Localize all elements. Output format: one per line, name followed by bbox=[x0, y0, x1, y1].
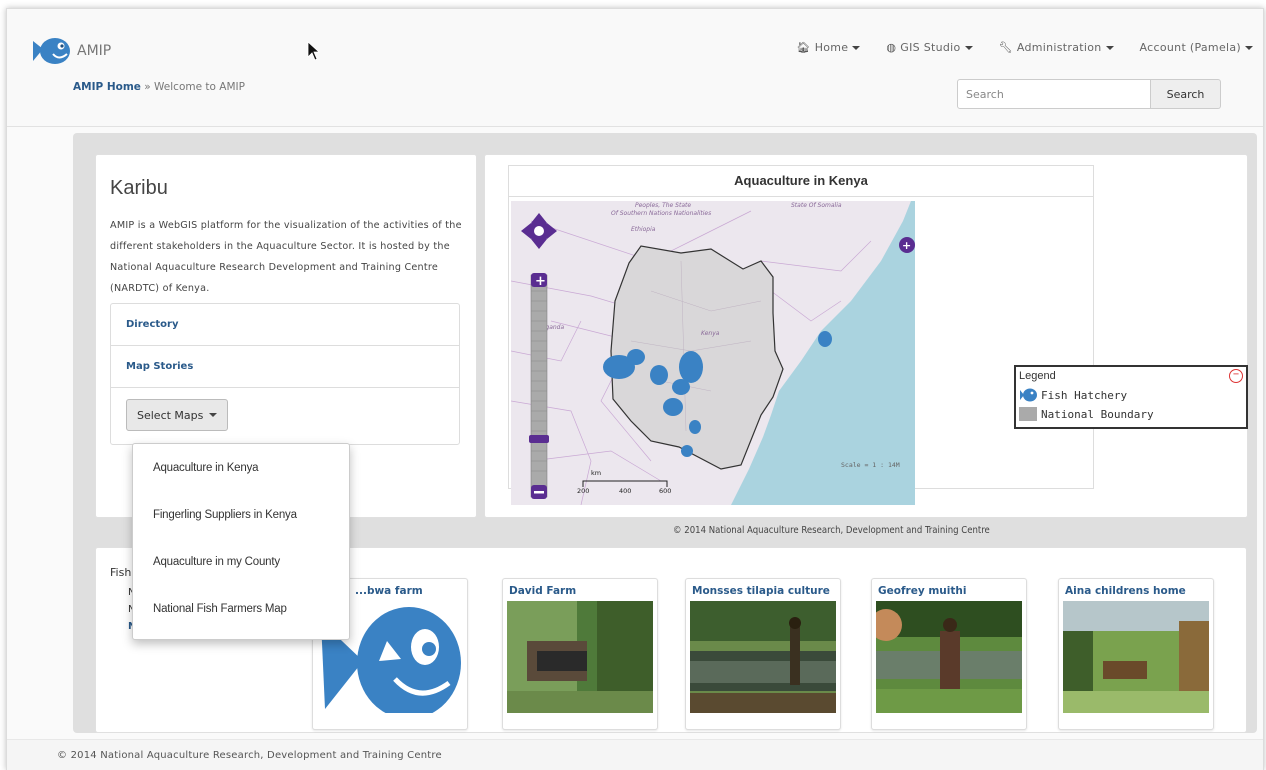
navbar: AMIP 🏠︎ Home ◍ GIS Studio 🔧︎ Administrat… bbox=[7, 9, 1263, 127]
nav-gis-studio-label: GIS Studio bbox=[900, 41, 961, 54]
map-label-peoples: Peoples, The State bbox=[635, 202, 691, 209]
dropdown-item-aquaculture-kenya[interactable]: Aquaculture in Kenya bbox=[133, 452, 349, 499]
legend-label-fish-hatchery: Fish Hatchery bbox=[1041, 388, 1128, 402]
map-km-label: km bbox=[591, 469, 601, 477]
footer-text: © 2014 National Aquaculture Research, De… bbox=[57, 750, 442, 761]
map-frame: Peoples, The State Of Southern Nations N… bbox=[508, 197, 1094, 505]
farm-card[interactable]: Aina childrens home bbox=[1058, 578, 1214, 730]
footer: © 2014 National Aquaculture Research, De… bbox=[7, 739, 1263, 770]
map-tick-600: 600 bbox=[659, 487, 671, 495]
chevron-down-icon bbox=[1105, 45, 1114, 50]
farms-section-label: Fish bbox=[110, 566, 132, 579]
search-input[interactable] bbox=[957, 79, 1151, 109]
map-tick-400: 400 bbox=[619, 487, 631, 495]
map-copyright: © 2014 National Aquaculture Research, De… bbox=[673, 525, 990, 536]
farm-card[interactable]: David Farm bbox=[502, 578, 658, 730]
farm-card-image bbox=[507, 601, 653, 713]
map-panel: Aquaculture in Kenya Peoples, The State … bbox=[484, 154, 1248, 518]
intro-text: AMIP is a WebGIS platform for the visual… bbox=[110, 220, 462, 294]
select-maps-label: Select Maps bbox=[137, 408, 204, 422]
farm-card-title[interactable]: Monsses tilapia culture bbox=[692, 585, 830, 597]
nav-account-label: Account (Pamela) bbox=[1139, 41, 1241, 54]
search-button[interactable]: Search bbox=[1151, 79, 1221, 109]
zoom-handle bbox=[529, 435, 549, 443]
main-nav: 🏠︎ Home ◍ GIS Studio 🔧︎ Administration A… bbox=[796, 41, 1253, 54]
search-form: Search bbox=[957, 79, 1221, 109]
map-label-kenya: Kenya bbox=[701, 330, 720, 337]
legend-item-national-boundary: National Boundary bbox=[1019, 407, 1154, 421]
farm-card-title[interactable]: ...bwa farm bbox=[355, 585, 423, 597]
breadcrumb-current: Welcome to AMIP bbox=[154, 81, 245, 93]
directory-link[interactable]: Directory bbox=[111, 304, 459, 346]
layer-switcher-icon[interactable]: + bbox=[899, 237, 915, 253]
nav-gis-studio[interactable]: ◍ GIS Studio bbox=[886, 41, 973, 54]
farm-card-title[interactable]: Aina childrens home bbox=[1065, 585, 1186, 597]
nav-administration[interactable]: 🔧︎ Administration bbox=[999, 41, 1114, 54]
farm-card-image bbox=[876, 601, 1022, 713]
dropdown-item-aquaculture-county[interactable]: Aquaculture in my County bbox=[133, 546, 349, 593]
farm-card-title[interactable]: David Farm bbox=[509, 585, 576, 597]
nav-administration-label: Administration bbox=[1016, 41, 1102, 54]
legend-title: Legend bbox=[1019, 370, 1056, 382]
map-label-southern: Of Southern Nations Nationalities bbox=[611, 210, 711, 217]
map-svg: Peoples, The State Of Southern Nations N… bbox=[511, 201, 915, 505]
chevron-down-icon bbox=[209, 413, 218, 417]
chevron-down-icon bbox=[852, 45, 861, 50]
svg-text:+: + bbox=[535, 274, 546, 289]
map-tick-200: 200 bbox=[577, 487, 589, 495]
globe-icon: ◍ bbox=[886, 41, 897, 54]
select-maps-button[interactable]: Select Maps bbox=[126, 399, 229, 431]
map-legend: Legend − Fish Hatchery National Boundary bbox=[1014, 365, 1248, 429]
home-icon: 🏠︎ bbox=[796, 41, 811, 54]
legend-item-fish-hatchery: Fish Hatchery bbox=[1019, 387, 1127, 403]
zoom-slider[interactable]: + bbox=[529, 273, 549, 499]
map-scale-label: Scale = 1 : 14M bbox=[841, 461, 900, 469]
wrench-icon: 🔧︎ bbox=[998, 41, 1013, 54]
fish-icon bbox=[1020, 388, 1037, 402]
dropdown-item-fingerling-suppliers[interactable]: Fingerling Suppliers in Kenya bbox=[133, 499, 349, 546]
svg-text:+: + bbox=[902, 239, 911, 252]
brand-name: AMIP bbox=[77, 43, 112, 59]
legend-label-national-boundary: National Boundary bbox=[1041, 407, 1154, 421]
map-stories-link[interactable]: Map Stories bbox=[111, 346, 459, 388]
farm-card-image bbox=[690, 601, 836, 713]
farm-card-image bbox=[1063, 601, 1209, 713]
close-icon[interactable]: − bbox=[1229, 369, 1243, 383]
breadcrumb-home-link[interactable]: AMIP Home bbox=[73, 81, 141, 93]
mouse-cursor-icon bbox=[307, 41, 321, 61]
intro-title: Karibu bbox=[110, 177, 168, 199]
map-title: Aquaculture in Kenya bbox=[508, 165, 1094, 197]
map-canvas[interactable]: Peoples, The State Of Southern Nations N… bbox=[511, 201, 915, 505]
boundary-swatch-icon bbox=[1019, 407, 1037, 421]
breadcrumb-separator: » bbox=[144, 81, 151, 93]
farm-card-title[interactable]: Geofrey muithi bbox=[878, 585, 966, 597]
chevron-down-icon bbox=[1245, 45, 1253, 50]
nav-account[interactable]: Account (Pamela) bbox=[1140, 41, 1253, 54]
nav-home-label: Home bbox=[814, 41, 849, 54]
farm-card[interactable]: Geofrey muithi bbox=[871, 578, 1027, 730]
breadcrumb: AMIP Home » Welcome to AMIP bbox=[73, 81, 245, 93]
nav-home[interactable]: 🏠︎ Home bbox=[796, 41, 861, 54]
main-content: Karibu AMIP is a WebGIS platform for the… bbox=[73, 133, 1257, 733]
chevron-down-icon bbox=[964, 45, 973, 50]
select-maps-dropdown: Aquaculture in Kenya Fingerling Supplier… bbox=[132, 443, 350, 640]
intro-links: Directory Map Stories Select Maps bbox=[110, 303, 460, 445]
map-label-ethiopia: Ethiopia bbox=[631, 226, 656, 233]
farm-card[interactable]: Monsses tilapia culture bbox=[685, 578, 841, 730]
map-label-somalia: State Of Somalia bbox=[791, 202, 842, 209]
brand[interactable]: AMIP bbox=[31, 35, 111, 67]
browser-window: AMIP 🏠︎ Home ◍ GIS Studio 🔧︎ Administrat… bbox=[6, 8, 1264, 770]
fish-logo-icon bbox=[33, 38, 70, 64]
dropdown-item-fish-farmers-map[interactable]: National Fish Farmers Map bbox=[133, 593, 349, 640]
